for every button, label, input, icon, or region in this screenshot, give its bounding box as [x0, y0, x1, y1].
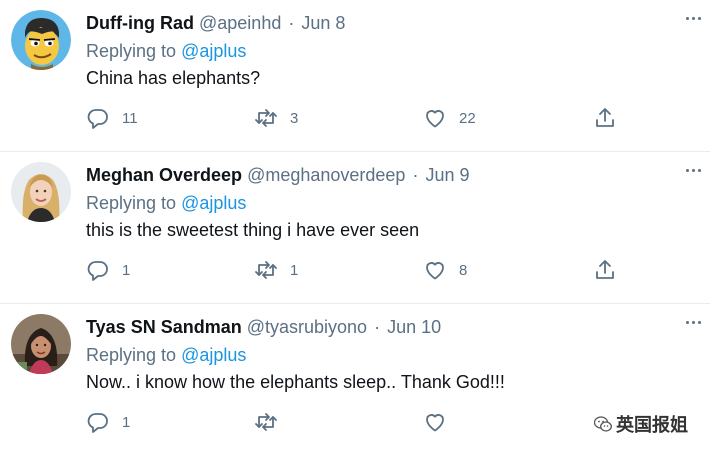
share-button[interactable] — [593, 105, 617, 131]
replying-to-line: Replying to @ajplus — [86, 40, 246, 62]
watermark-text: 英国报姐 — [616, 415, 688, 435]
avatar[interactable] — [11, 314, 71, 374]
reply-count: 1 — [122, 261, 131, 279]
tweet-date[interactable]: Jun 8 — [301, 13, 345, 33]
display-name[interactable]: Tyas SN Sandman — [86, 317, 242, 337]
like-button[interactable] — [423, 409, 459, 435]
retweet-count: 3 — [290, 109, 299, 127]
replying-to-label: Replying to — [86, 41, 177, 61]
tweet-text: China has elephants? — [86, 68, 261, 88]
replying-to-line: Replying to @ajplus — [86, 192, 246, 214]
reply-button[interactable]: 1 — [86, 257, 130, 283]
reply-icon — [87, 413, 108, 433]
tweet-date[interactable]: Jun 10 — [387, 317, 441, 337]
heart-icon — [426, 110, 444, 128]
tweet-header: Meghan Overdeep @meghanoverdeep · Jun 9 — [86, 164, 470, 188]
tweet-text: this is the sweetest thing i have ever s… — [86, 220, 420, 240]
tweet-header: Duff-ing Rad @apeinhd · Jun 8 — [86, 12, 345, 36]
tweet-2[interactable]: Meghan Overdeep @meghanoverdeep · Jun 9 … — [0, 152, 710, 304]
retweet-count: 1 — [290, 261, 299, 279]
photo-avatar-icon — [11, 162, 71, 222]
tweet-1[interactable]: Duff-ing Rad @apeinhd · Jun 8 Replying t… — [0, 0, 710, 152]
share-icon — [596, 108, 614, 127]
separator-dot: · — [412, 165, 419, 185]
avatar[interactable] — [11, 10, 71, 70]
replying-to-label: Replying to — [86, 345, 177, 365]
heart-icon — [426, 414, 444, 432]
retweet-icon — [255, 109, 277, 127]
like-count: 22 — [459, 109, 476, 127]
heart-icon — [426, 262, 444, 280]
tweet-date[interactable]: Jun 9 — [425, 165, 469, 185]
tweet-text: Now.. i know how the elephants sleep.. T… — [86, 372, 505, 392]
share-button[interactable] — [593, 257, 617, 283]
reply-count: 11 — [122, 109, 138, 127]
more-options-icon[interactable] — [686, 314, 702, 330]
mention-link[interactable]: @ajplus — [181, 41, 246, 61]
reply-icon — [87, 261, 108, 281]
avatar[interactable] — [11, 162, 71, 222]
retweet-icon — [255, 413, 277, 431]
retweet-icon — [255, 261, 277, 279]
share-icon — [596, 260, 614, 279]
retweet-button[interactable]: 1 — [254, 257, 298, 283]
mention-link[interactable]: @ajplus — [181, 193, 246, 213]
user-handle[interactable]: @apeinhd — [199, 13, 281, 33]
more-options-icon[interactable] — [686, 10, 702, 26]
cartoon-face-avatar-icon — [11, 10, 71, 70]
separator-dot: · — [374, 317, 381, 337]
like-button[interactable]: 22 — [423, 105, 476, 131]
replying-to-line: Replying to @ajplus — [86, 344, 246, 366]
replying-to-label: Replying to — [86, 193, 177, 213]
photo-avatar-icon — [11, 314, 71, 374]
separator-dot: · — [288, 13, 295, 33]
reply-button[interactable]: 11 — [86, 105, 138, 131]
wechat-logo-icon — [594, 416, 612, 432]
tweet-header: Tyas SN Sandman @tyasrubiyono · Jun 10 — [86, 316, 441, 340]
reply-icon — [87, 109, 108, 129]
user-handle[interactable]: @meghanoverdeep — [247, 165, 405, 185]
more-options-icon[interactable] — [686, 162, 702, 178]
reply-button[interactable]: 1 — [86, 409, 130, 435]
retweet-button[interactable]: 3 — [254, 105, 298, 131]
like-count: 8 — [459, 261, 468, 279]
reply-count: 1 — [122, 413, 131, 431]
display-name[interactable]: Meghan Overdeep — [86, 165, 242, 185]
user-handle[interactable]: @tyasrubiyono — [247, 317, 367, 337]
mention-link[interactable]: @ajplus — [181, 345, 246, 365]
display-name[interactable]: Duff-ing Rad — [86, 13, 194, 33]
retweet-button[interactable] — [254, 409, 290, 435]
watermark: 英国报姐 — [594, 410, 688, 438]
like-button[interactable]: 8 — [423, 257, 467, 283]
